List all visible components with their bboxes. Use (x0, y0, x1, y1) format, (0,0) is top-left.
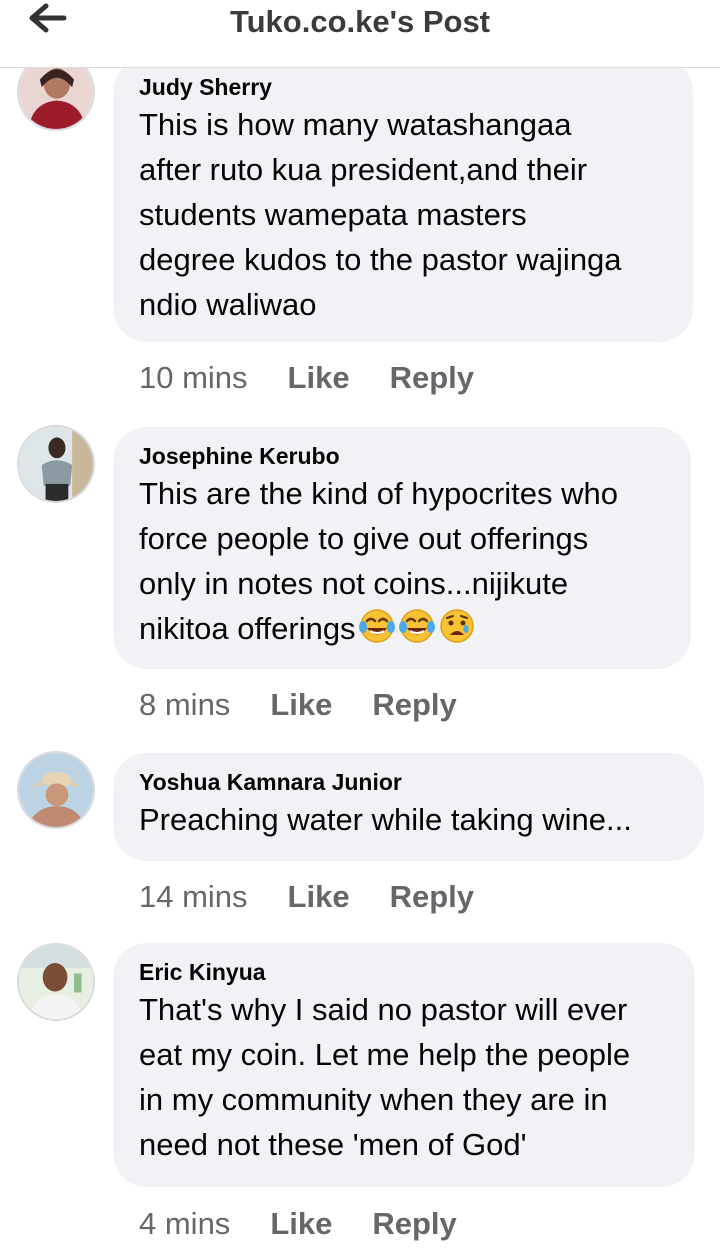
reply-button[interactable]: Reply (372, 687, 456, 723)
like-button[interactable]: Like (270, 687, 332, 723)
reply-button[interactable]: Reply (372, 1206, 456, 1242)
comment-author[interactable]: Yoshua Kamnara Junior (139, 767, 678, 797)
top-bar: Tuko.co.ke's Post (0, 0, 720, 68)
comment-time[interactable]: 4 mins (139, 1206, 230, 1242)
comment-author[interactable]: Josephine Kerubo (139, 441, 665, 471)
comment-text: This are the kind of hypocrites who forc… (139, 471, 665, 651)
comment-bubble: Judy Sherry This is how many watashangaa… (113, 58, 693, 342)
comment-author[interactable]: Judy Sherry (139, 72, 667, 102)
avatar[interactable] (17, 751, 95, 829)
avatar[interactable] (17, 425, 95, 503)
comment-time[interactable]: 10 mins (139, 360, 248, 396)
comment-actions: 10 mins Like Reply (139, 358, 474, 398)
comment-actions: 4 mins Like Reply (139, 1204, 457, 1244)
like-button[interactable]: Like (288, 879, 350, 915)
reply-button[interactable]: Reply (390, 879, 474, 915)
avatar[interactable] (17, 943, 95, 1021)
reply-button[interactable]: Reply (390, 360, 474, 396)
tears-of-joy-icon (358, 607, 396, 645)
page-title: Tuko.co.ke's Post (229, 4, 491, 39)
comment-author[interactable]: Eric Kinyua (139, 957, 669, 987)
comment-bubble: Yoshua Kamnara Junior Preaching water wh… (113, 753, 704, 861)
comment-actions: 14 mins Like Reply (139, 877, 474, 917)
comment-text: This is how many watashangaa after ruto … (139, 107, 622, 322)
like-button[interactable]: Like (270, 1206, 332, 1242)
comment-text: Preaching water while taking wine... (139, 802, 632, 837)
comment-time[interactable]: 8 mins (139, 687, 230, 723)
comment-bubble: Eric Kinyua That's why I said no pastor … (113, 943, 695, 1187)
comment-bubble: Josephine Kerubo This are the kind of hy… (113, 427, 691, 669)
tears-of-joy-icon (398, 607, 436, 645)
comment-actions: 8 mins Like Reply (139, 685, 457, 725)
anguished-face-icon (438, 607, 476, 645)
comment-text: That's why I said no pastor will ever ea… (139, 992, 631, 1162)
like-button[interactable]: Like (288, 360, 350, 396)
comment-time[interactable]: 14 mins (139, 879, 248, 915)
